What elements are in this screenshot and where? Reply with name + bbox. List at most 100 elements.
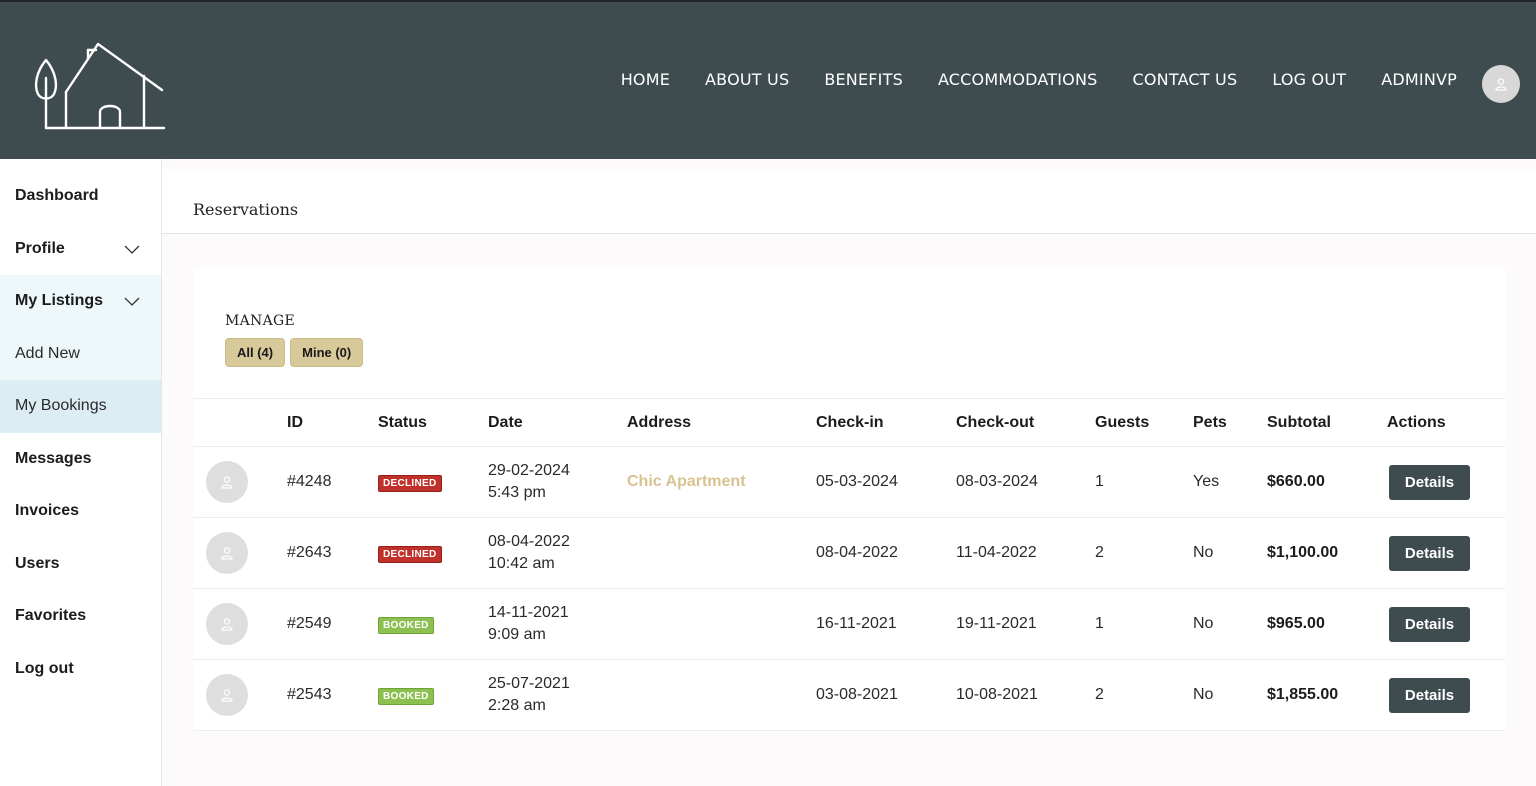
date-value: 14-11-2021 (488, 604, 569, 621)
filter-group: All (4) Mine (0) (225, 338, 364, 367)
time-value: 2:28 am (488, 697, 546, 714)
subtotal: $660.00 (1267, 473, 1325, 490)
time-value: 10:42 am (488, 555, 555, 572)
pets: No (1193, 686, 1214, 703)
reservation-date: 29-02-2024 5:43 pm (488, 447, 627, 518)
top-header: HOME ABOUT US BENEFITS ACCOMMODATIONS CO… (0, 0, 1536, 159)
guests: 2 (1095, 686, 1104, 703)
sidebar-item-users[interactable]: Users (0, 538, 161, 591)
reservation-id: #2549 (287, 615, 332, 632)
sidebar-item-label: Invoices (15, 502, 80, 520)
user-icon (221, 476, 233, 489)
sidebar-item-invoices[interactable]: Invoices (0, 485, 161, 538)
user-icon (221, 618, 233, 631)
reservation-date: 08-04-2022 10:42 am (488, 518, 627, 589)
date-value: 25-07-2021 (488, 675, 570, 692)
column-header-date: Date (488, 398, 627, 447)
details-button[interactable]: Details (1389, 606, 1470, 642)
address (627, 660, 816, 731)
details-button[interactable]: Details (1389, 464, 1470, 500)
main-content: Reservations MANAGE All (4) Mine (0) ID … (162, 159, 1536, 786)
column-header-actions: Actions (1387, 398, 1505, 447)
guests: 1 (1095, 473, 1104, 490)
time-value: 5:43 pm (488, 484, 546, 501)
guest-avatar (206, 461, 248, 503)
column-header-id: ID (287, 398, 378, 447)
table-header-row: ID Status Date Address Check-in Check-ou… (193, 398, 1505, 447)
guests: 1 (1095, 615, 1104, 632)
house-logo-icon[interactable] (30, 40, 166, 134)
date-value: 08-04-2022 (488, 533, 570, 550)
check-out: 10-08-2021 (956, 686, 1038, 703)
nav-benefits[interactable]: BENEFITS (824, 70, 903, 89)
guest-avatar (206, 603, 248, 645)
date-value: 29-02-2024 (488, 462, 570, 479)
sidebar-item-label: My Bookings (15, 397, 107, 415)
nav-accommodations[interactable]: ACCOMMODATIONS (938, 70, 1098, 89)
subtotal: $965.00 (1267, 615, 1325, 632)
table-row: #4248 DECLINED 29-02-2024 5:43 pm Chic Ap… (193, 447, 1505, 518)
status-badge: BOOKED (378, 687, 434, 705)
status-badge: DECLINED (378, 474, 442, 492)
nav-contact-us[interactable]: CONTACT US (1133, 70, 1238, 89)
sidebar-item-my-listings[interactable]: My Listings (0, 275, 161, 328)
status-badge: DECLINED (378, 545, 442, 563)
sidebar-item-label: Profile (15, 239, 65, 257)
check-in: 08-04-2022 (816, 544, 898, 561)
address (627, 589, 816, 660)
column-header-subtotal: Subtotal (1267, 398, 1387, 447)
reservation-date: 25-07-2021 2:28 am (488, 660, 627, 731)
sidebar-item-label: Log out (15, 659, 74, 677)
reservation-id: #2643 (287, 544, 332, 561)
sidebar-item-log-out[interactable]: Log out (0, 643, 161, 696)
status-badge: BOOKED (378, 616, 434, 634)
filter-mine-button[interactable]: Mine (0) (290, 338, 364, 367)
check-in: 16-11-2021 (816, 615, 897, 632)
pets: No (1193, 615, 1214, 632)
sidebar: Dashboard Profile My Listings Add New My… (0, 159, 162, 786)
column-header-check-out: Check-out (956, 398, 1095, 447)
sidebar-item-favorites[interactable]: Favorites (0, 590, 161, 643)
user-icon (221, 547, 233, 560)
page-header: Reservations (162, 169, 1536, 234)
sidebar-item-my-bookings[interactable]: My Bookings (0, 380, 161, 433)
reservations-card: MANAGE All (4) Mine (0) ID Status Date A… (193, 268, 1505, 732)
pets: No (1193, 544, 1214, 561)
nav-home[interactable]: HOME (621, 70, 670, 89)
chevron-down-icon (124, 297, 140, 306)
nav-user-name[interactable]: ADMINVP (1381, 70, 1457, 89)
table-row: #2643 DECLINED 08-04-2022 10:42 am 08-04-… (193, 518, 1505, 589)
nav-log-out[interactable]: LOG OUT (1272, 70, 1346, 89)
reservation-date: 14-11-2021 9:09 am (488, 589, 627, 660)
sidebar-item-profile[interactable]: Profile (0, 223, 161, 276)
address-link[interactable]: Chic Apartment (627, 473, 746, 490)
nav-about-us[interactable]: ABOUT US (705, 70, 789, 89)
address (627, 518, 816, 589)
details-button[interactable]: Details (1389, 677, 1470, 713)
column-header-address: Address (627, 398, 816, 447)
reservation-id: #4248 (287, 473, 332, 490)
filter-all-button[interactable]: All (4) (225, 338, 286, 367)
sidebar-item-label: Messages (15, 449, 92, 467)
sidebar-item-add-new[interactable]: Add New (0, 327, 161, 380)
column-header-guests: Guests (1095, 398, 1193, 447)
reservations-table: ID Status Date Address Check-in Check-ou… (193, 398, 1505, 731)
reservation-id: #2543 (287, 686, 332, 703)
user-avatar[interactable] (1482, 65, 1520, 103)
pets: Yes (1193, 473, 1220, 490)
column-header-pets: Pets (1193, 398, 1267, 447)
sidebar-item-messages[interactable]: Messages (0, 433, 161, 486)
sidebar-item-label: Users (15, 554, 60, 572)
sidebar-item-label: My Listings (15, 292, 104, 310)
sidebar-item-dashboard[interactable]: Dashboard (0, 170, 161, 223)
check-in: 05-03-2024 (816, 473, 898, 490)
sidebar-item-label: Add New (15, 344, 80, 362)
subtotal: $1,855.00 (1267, 686, 1339, 703)
chevron-down-icon (124, 245, 140, 254)
check-out: 19-11-2021 (956, 615, 1037, 632)
details-button[interactable]: Details (1389, 535, 1470, 571)
check-out: 08-03-2024 (956, 473, 1038, 490)
time-value: 9:09 am (488, 626, 546, 643)
guest-avatar (206, 532, 248, 574)
guests: 2 (1095, 544, 1104, 561)
